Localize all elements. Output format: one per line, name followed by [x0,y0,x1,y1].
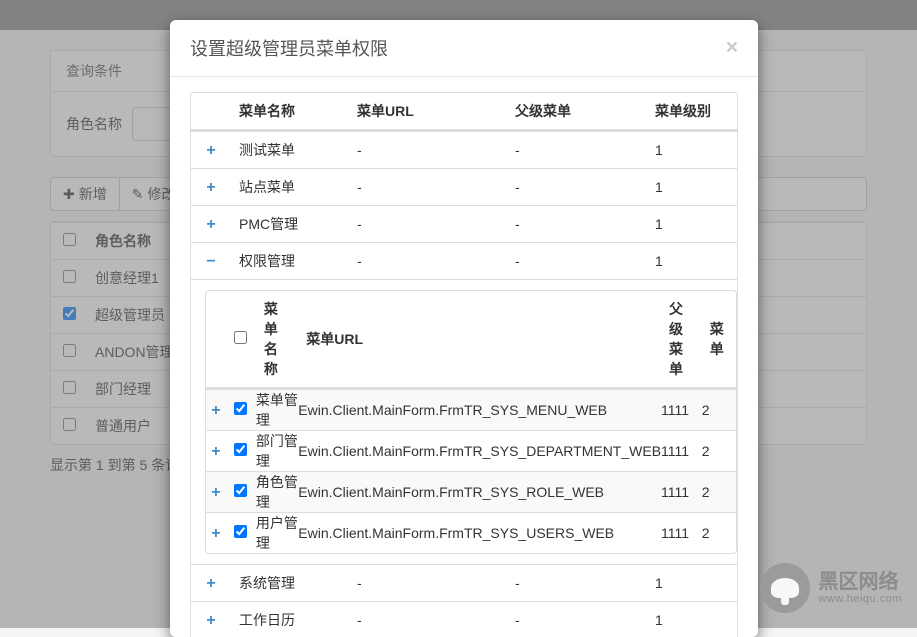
nested-url-cell: Ewin.Client.MainForm.FrmTR_SYS_MENU_WEB [298,389,661,430]
nested-name-cell: 角色管理 [256,471,298,512]
nested-name-cell: 部门管理 [256,430,298,471]
menu-url-cell: - [349,168,507,205]
nested-menu-table: 菜单名称 菜单URL 父级菜单 菜单 + 菜单管理 Ewin.Client.Ma… [205,290,737,554]
expand-icon[interactable]: + [203,217,219,233]
menu-parent-cell: - [507,564,647,601]
nested-url-cell: Ewin.Client.MainForm.FrmTR_SYS_ROLE_WEB [298,471,661,512]
nth-url: 菜单URL [298,291,661,389]
menu-row[interactable]: − 权限管理 - - 1 [191,242,737,279]
nested-url-cell: Ewin.Client.MainForm.FrmTR_SYS_DEPARTMEN… [298,430,661,471]
nested-name-cell: 用户管理 [256,512,298,553]
menu-level-cell: 1 [647,168,737,205]
nth-name: 菜单名称 [256,291,298,389]
menu-url-cell: - [349,242,507,279]
nested-menu-row[interactable]: + 用户管理 Ewin.Client.MainForm.FrmTR_SYS_US… [206,512,736,553]
menu-row[interactable]: + 系统管理 - - 1 [191,564,737,601]
mushroom-icon [760,563,810,613]
menu-level-cell: 1 [647,564,737,601]
nested-row-checkbox[interactable] [234,443,247,456]
menu-name-cell: 权限管理 [231,242,349,279]
close-icon[interactable]: × [726,36,738,60]
nth-parent: 父级菜单 [661,291,702,389]
menu-parent-cell: - [507,168,647,205]
nested-level-cell: 2 [702,471,736,512]
nested-level-cell: 2 [702,389,736,430]
menu-row[interactable]: + 工作日历 - - 1 [191,601,737,637]
menu-name-cell: 站点菜单 [231,168,349,205]
th-parent-menu: 父级菜单 [507,93,647,131]
nested-url-cell: Ewin.Client.MainForm.FrmTR_SYS_USERS_WEB [298,512,661,553]
nested-row-checkbox[interactable] [234,525,247,538]
nested-menu-row[interactable]: + 部门管理 Ewin.Client.MainForm.FrmTR_SYS_DE… [206,430,736,471]
menu-row[interactable]: + 测试菜单 - - 1 [191,131,737,168]
menu-row[interactable]: + 站点菜单 - - 1 [191,168,737,205]
menu-level-cell: 1 [647,205,737,242]
menu-parent-cell: - [507,242,647,279]
expand-icon[interactable]: + [203,576,219,592]
menu-parent-cell: - [507,205,647,242]
nested-menu-row[interactable]: + 菜单管理 Ewin.Client.MainForm.FrmTR_SYS_ME… [206,389,736,430]
permissions-modal: 设置超级管理员菜单权限 × 菜单名称 菜单URL 父级菜单 菜单级别 + 测试菜… [170,20,758,637]
menu-url-cell: - [349,564,507,601]
th-menu-url: 菜单URL [349,93,507,131]
menu-parent-cell: - [507,601,647,637]
watermark-url: www.heiqu.com [818,593,902,605]
nested-parent-cell: 1111 [661,471,702,512]
expand-icon[interactable]: + [203,180,219,196]
nested-parent-cell: 1111 [661,389,702,430]
nested-level-cell: 2 [702,512,736,553]
modal-title: 设置超级管理员菜单权限 [190,35,388,61]
menu-level-cell: 1 [647,601,737,637]
nested-parent-cell: 1111 [661,512,702,553]
expand-icon[interactable]: + [208,526,224,542]
nested-parent-cell: 1111 [661,430,702,471]
nested-row-checkbox[interactable] [234,402,247,415]
nested-container: 菜单名称 菜单URL 父级菜单 菜单 + 菜单管理 Ewin.Client.Ma… [191,279,737,564]
menu-name-cell: 系统管理 [231,564,349,601]
expand-icon[interactable]: + [203,613,219,629]
menu-name-cell: 测试菜单 [231,131,349,168]
th-menu-level: 菜单级别 [647,93,737,131]
menu-url-cell: - [349,205,507,242]
expand-icon[interactable]: + [208,485,224,501]
nested-select-all[interactable] [234,331,247,344]
menu-row[interactable]: + PMC管理 - - 1 [191,205,737,242]
th-menu-name: 菜单名称 [231,93,349,131]
menu-url-cell: - [349,131,507,168]
nested-row-checkbox[interactable] [234,484,247,497]
nested-name-cell: 菜单管理 [256,389,298,430]
menu-parent-cell: - [507,131,647,168]
menu-name-cell: 工作日历 [231,601,349,637]
menu-url-cell: - [349,601,507,637]
menu-tree-table: 菜单名称 菜单URL 父级菜单 菜单级别 + 测试菜单 - - 1+ 站点菜单 … [190,92,738,637]
watermark: 黑区网络 www.heiqu.com [760,563,902,613]
expand-icon[interactable]: + [208,403,224,419]
menu-level-cell: 1 [647,131,737,168]
expand-icon[interactable]: + [203,143,219,159]
menu-name-cell: PMC管理 [231,205,349,242]
expand-icon[interactable]: + [208,444,224,460]
collapse-icon[interactable]: − [203,254,219,270]
watermark-title: 黑区网络 [818,571,902,593]
nested-menu-row[interactable]: + 角色管理 Ewin.Client.MainForm.FrmTR_SYS_RO… [206,471,736,512]
menu-level-cell: 1 [647,242,737,279]
nested-level-cell: 2 [702,430,736,471]
nth-level: 菜单 [702,291,736,389]
